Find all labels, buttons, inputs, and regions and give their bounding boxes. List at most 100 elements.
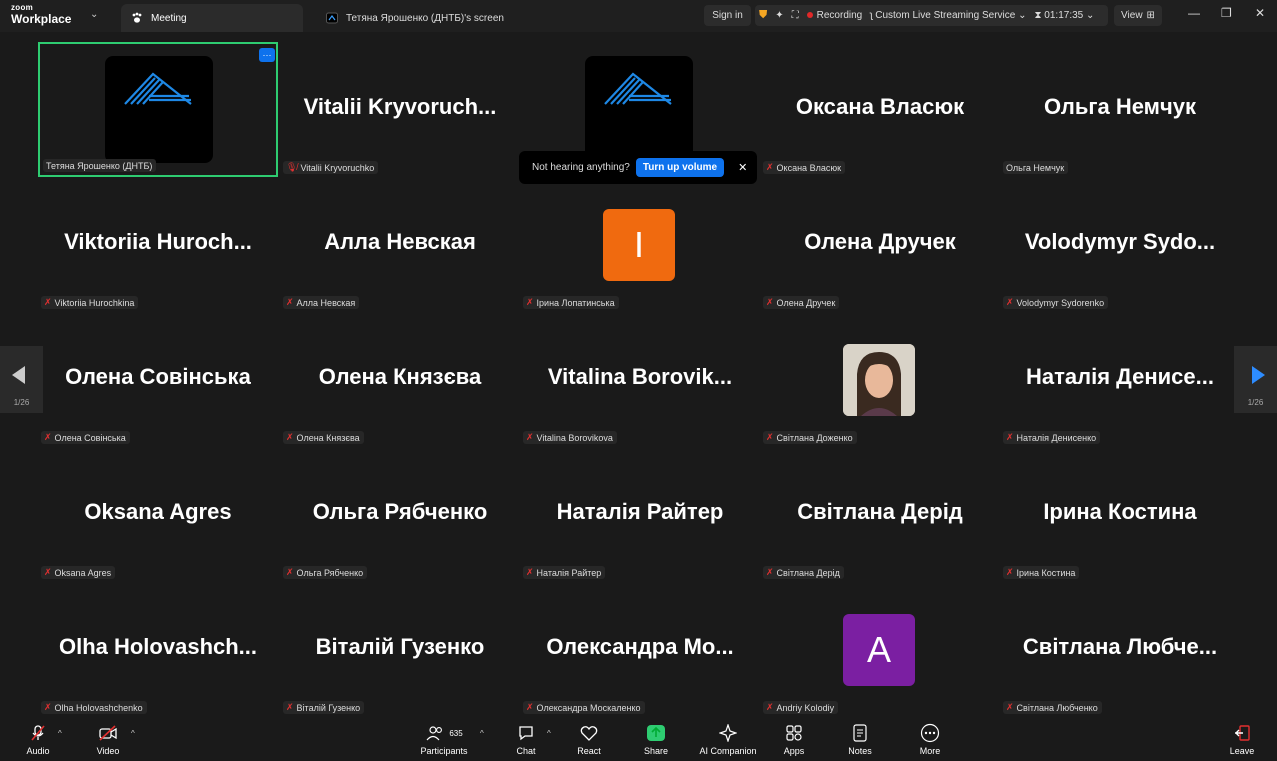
participant-tile[interactable]: Олена Князєва ✗ Олена Князєва — [280, 312, 520, 447]
audio-label: Audio — [26, 746, 50, 756]
avatar: I — [603, 209, 675, 281]
participant-display-name: Олена Князєва — [318, 364, 482, 389]
leave-button[interactable]: Leave — [1226, 723, 1258, 756]
live-stream-indicator[interactable]: ʅ Custom Live Streaming Service ⌄ — [870, 10, 1026, 21]
participants-button[interactable]: 635 Participants — [416, 723, 472, 756]
page-indicator: 1/26 — [13, 398, 30, 407]
participant-tile[interactable]: Наталія Райтер ✗ Наталія Райтер — [520, 447, 760, 582]
participant-name-label: ✗ Viktoriia Hurochkina — [41, 296, 139, 309]
shield-icon[interactable]: ⛊ — [759, 9, 767, 22]
view-button[interactable]: View ⊞ — [1114, 5, 1162, 26]
muted-mic-icon: ✗ — [44, 702, 52, 712]
muted-mic-icon: ✗ — [286, 567, 294, 577]
participant-tile[interactable]: Світлана Дерід ✗ Світлана Дерід — [760, 447, 1000, 582]
participant-tile[interactable]: Наталія Денисе... ✗ Наталія Денисенко — [1000, 312, 1240, 447]
tab-shared-screen[interactable]: Тетяна Ярошенко (ДНТБ)'s screen — [322, 4, 542, 32]
participant-tile[interactable]: Оксана Власюк ✗ Оксана Власюк — [760, 42, 1000, 177]
participant-tile[interactable]: Світлана Любче... ✗ Світлана Любченко — [1000, 582, 1240, 717]
apps-icon — [778, 723, 810, 743]
chevron-up-icon[interactable]: ^ — [58, 729, 62, 738]
muted-mic-icon: ✗ — [766, 567, 774, 577]
participant-tile[interactable]: Vitalina Borovik... ✗ Vitalina Borovikova — [520, 312, 760, 447]
close-icon[interactable]: ✕ — [1255, 6, 1265, 20]
participant-name-label: ✗ Olha Holovashchenko — [41, 701, 147, 714]
chevron-up-icon[interactable]: ^ — [547, 729, 551, 738]
minimize-icon[interactable]: — — [1188, 6, 1200, 20]
participant-name-label: ✗ Олена Князєва — [283, 431, 364, 444]
restore-icon[interactable]: ❐ — [1221, 6, 1232, 20]
next-page-button[interactable]: 1/26 — [1234, 346, 1277, 413]
zoom-logo: zoom Workplace — [11, 4, 71, 26]
leave-icon — [1226, 723, 1258, 743]
apps-button[interactable]: Apps — [778, 723, 810, 756]
participant-tile[interactable]: Олена Дручек ✗ Олена Дручек — [760, 177, 1000, 312]
fullscreen-icon[interactable]: ⛶ — [792, 10, 799, 21]
turn-up-volume-button[interactable]: Turn up volume — [635, 158, 725, 177]
participant-tile[interactable]: ··· Тетяна Ярошенко (ДНТБ) — [38, 42, 278, 177]
participant-name-label: ✗ Oksana Agres — [41, 566, 116, 579]
participants-count: 635 — [449, 728, 463, 738]
share-button[interactable]: Share — [640, 723, 672, 756]
audio-button[interactable]: Audio — [22, 723, 54, 756]
recording-label: Recording — [816, 10, 863, 21]
participant-tile[interactable]: Алла Невская ✗ Алла Невская — [280, 177, 520, 312]
chevron-up-icon[interactable]: ^ — [480, 729, 484, 738]
sign-in-button[interactable]: Sign in — [704, 5, 751, 26]
participant-tile[interactable]: Olha Holovashch... ✗ Olha Holovashchenko — [38, 582, 278, 717]
chevron-down-icon: ⌄ — [1018, 10, 1027, 21]
participant-name-label: ✗ Andriy Kolodiy — [763, 701, 839, 714]
recording-indicator[interactable]: Recording — [806, 10, 863, 21]
participant-display-name: Олена Дручек — [804, 229, 956, 254]
muted-mic-icon: ✗ — [766, 702, 774, 712]
participant-tile[interactable]: Олександра Мо... ✗ Олександра Москаленко — [520, 582, 760, 717]
participant-display-name: Віталій Гузенко — [315, 634, 485, 659]
ai-companion-button[interactable]: AI Companion — [696, 723, 760, 756]
participant-tile[interactable]: Ольга Рябченко ✗ Ольга Рябченко — [280, 447, 520, 582]
chevron-up-icon[interactable]: ^ — [131, 729, 135, 738]
share-label: Share — [643, 746, 669, 756]
participant-tile[interactable]: Віталій Гузенко ✗ Віталій Гузенко — [280, 582, 520, 717]
tab-label: Тетяна Ярошенко (ДНТБ)'s screen — [346, 12, 504, 24]
participant-tile[interactable]: Ольга Немчук Ольга Немчук — [1000, 42, 1240, 177]
participant-name-label: ✗ Віталій Гузенко — [283, 701, 365, 714]
participant-tile[interactable]: Олена Совінська ✗ Олена Совінська — [38, 312, 278, 447]
participant-display-name: Оксана Власюк — [795, 94, 965, 119]
participant-name-label: ✗ Ольга Рябченко — [283, 566, 368, 579]
more-options-icon[interactable]: ··· — [259, 48, 275, 62]
dntb-logo-icon — [105, 56, 213, 163]
notes-button[interactable]: Notes — [844, 723, 876, 756]
chat-button[interactable]: Chat — [510, 723, 542, 756]
participant-tile[interactable]: Viktoriia Huroch... ✗ Viktoriia Hurochkin… — [38, 177, 278, 312]
more-button[interactable]: More — [914, 723, 946, 756]
meeting-toolbar: Audio ^ Video ^ 635 Participants ^ Chat … — [0, 719, 1277, 761]
paw-icon — [131, 12, 143, 24]
participant-tile[interactable]: A ✗ Andriy Kolodiy — [760, 582, 1000, 717]
participant-tile[interactable]: I ✗ Ірина Лопатинська — [520, 177, 760, 312]
participant-tile[interactable]: Vitalii Kryvoruch... 🎙︎̸ Vitalii Kryvoruc… — [280, 42, 520, 177]
muted-mic-icon: ✗ — [1006, 567, 1014, 577]
tab-label: Meeting — [151, 12, 187, 24]
participant-tile[interactable]: ✗ Світлана Доженко — [760, 312, 1000, 447]
participant-display-name: Алла Невская — [324, 229, 476, 254]
chevron-down-icon[interactable]: ⌄ — [90, 9, 98, 20]
close-icon[interactable]: ✕ — [738, 161, 747, 174]
video-button[interactable]: Video — [92, 723, 124, 756]
meeting-timer[interactable]: ⧗ 01:17:35 ⌄ — [1034, 10, 1094, 21]
muted-mic-icon: ✗ — [766, 432, 774, 442]
muted-mic-icon: ✗ — [286, 297, 294, 307]
muted-mic-icon: ✗ — [766, 297, 774, 307]
chat-icon — [510, 723, 542, 743]
muted-mic-icon: ✗ — [526, 567, 534, 577]
muted-mic-icon: ✗ — [1006, 702, 1014, 712]
participant-tile[interactable]: Oksana Agres ✗ Oksana Agres — [38, 447, 278, 582]
stream-icon: ʅ — [870, 10, 873, 21]
react-button[interactable]: React — [573, 723, 605, 756]
sparkle-icon — [696, 723, 760, 743]
tab-meeting[interactable]: Meeting — [121, 4, 303, 32]
participant-name-label: ✗ Ірина Костина — [1003, 566, 1080, 579]
participant-tile[interactable]: Ірина Костина ✗ Ірина Костина — [1000, 447, 1240, 582]
previous-page-button[interactable]: 1/26 — [0, 346, 43, 413]
participant-tile[interactable]: Volodymyr Sydo... ✗ Volodymyr Sydorenko — [1000, 177, 1240, 312]
participant-display-name: Світлана Дерід — [797, 499, 963, 524]
sparkle-icon[interactable]: ✦ — [775, 10, 783, 21]
